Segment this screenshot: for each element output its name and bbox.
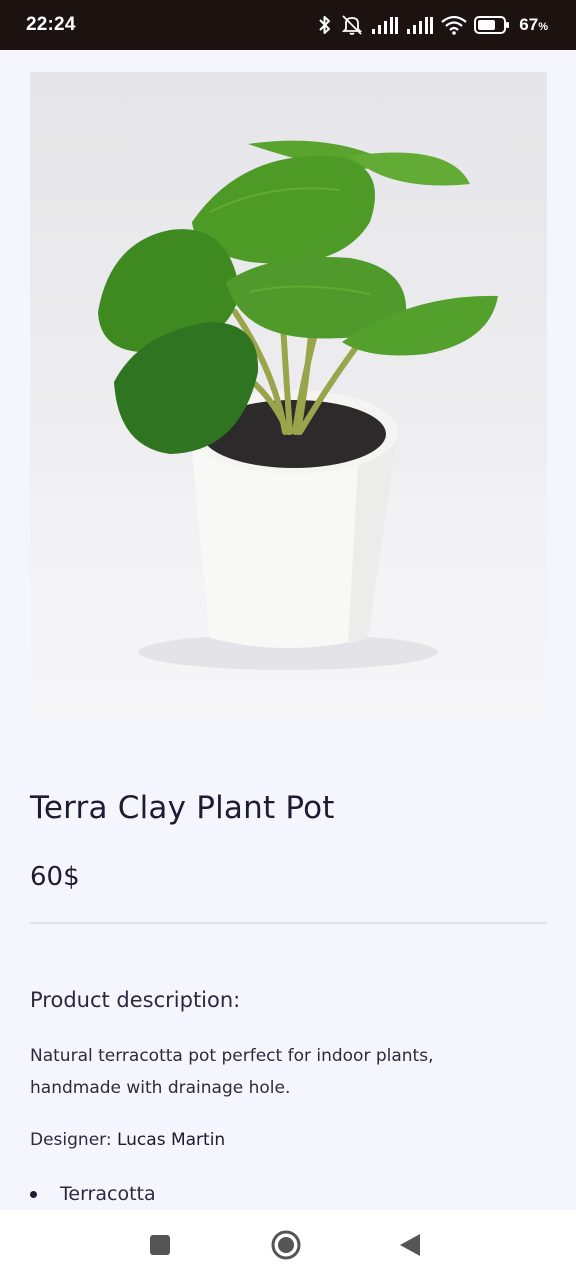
status-bar: 22:24 67% xyxy=(0,0,576,50)
product-price: 60$ xyxy=(30,862,80,892)
home-button[interactable] xyxy=(246,1210,326,1280)
wifi-icon xyxy=(441,15,468,35)
product-title: Terra Clay Plant Pot xyxy=(30,790,335,826)
designer-label: Designer: xyxy=(30,1130,112,1150)
signal-icon xyxy=(372,17,399,34)
product-detail[interactable]: Terra Clay Plant Pot 60$ Product descrip… xyxy=(0,50,576,1210)
battery-icon xyxy=(474,16,510,34)
recents-icon xyxy=(150,1235,170,1255)
divider xyxy=(30,922,547,924)
recents-button[interactable] xyxy=(120,1210,200,1280)
list-item: Terracotta xyxy=(30,1183,156,1205)
bullet-icon xyxy=(30,1190,37,1198)
product-description: Natural terracotta pot perfect for indoo… xyxy=(30,1046,434,1098)
feature-list: Terracotta xyxy=(30,1183,156,1205)
product-image xyxy=(30,72,547,718)
back-icon xyxy=(400,1234,420,1256)
home-icon xyxy=(271,1230,301,1260)
back-button[interactable] xyxy=(370,1210,450,1280)
navigation-bar xyxy=(0,1210,576,1280)
feature-label: Terracotta xyxy=(60,1183,156,1205)
muted-bell-icon xyxy=(342,15,363,35)
description-heading: Product description: xyxy=(30,988,241,1012)
signal-icon xyxy=(407,17,434,34)
status-time: 22:24 xyxy=(26,14,76,35)
designer: Designer: Lucas Martin xyxy=(30,1130,225,1150)
battery-percent: 67% xyxy=(519,15,548,34)
status-icons: 67% xyxy=(317,14,548,36)
bluetooth-icon xyxy=(319,16,331,34)
designer-name: Lucas Martin xyxy=(116,1130,226,1150)
